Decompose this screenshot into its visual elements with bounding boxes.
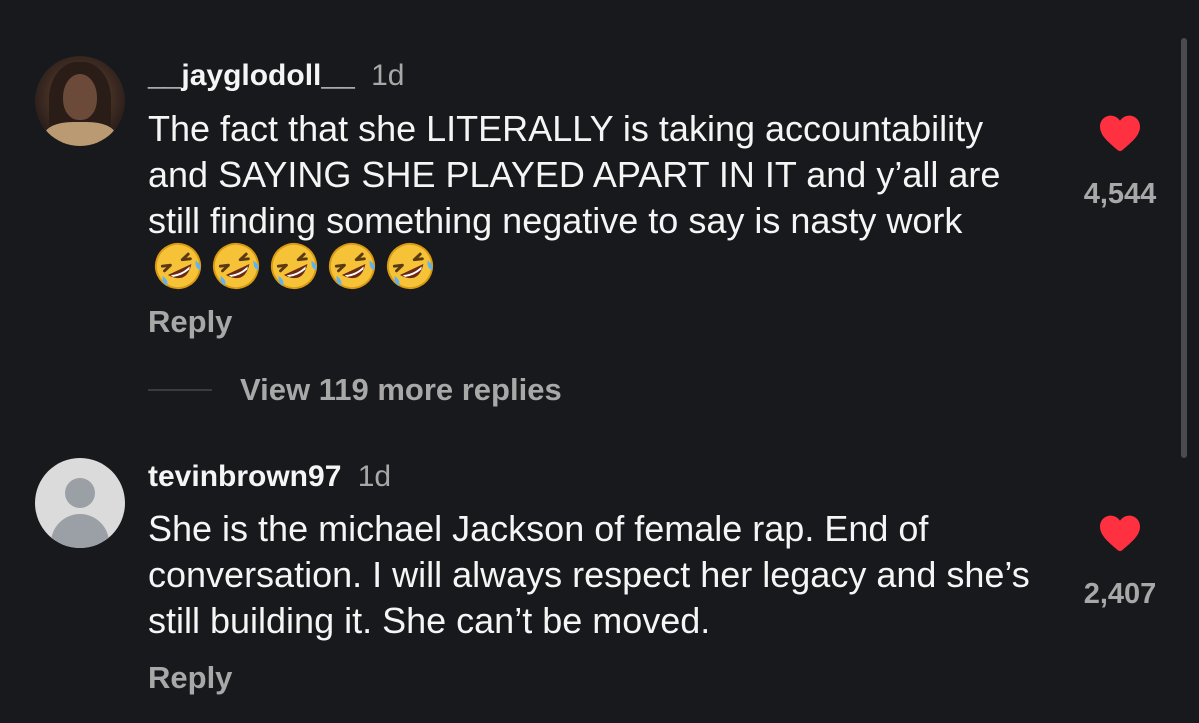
heart-icon[interactable] (1098, 112, 1142, 152)
comment-header: __jayglodoll__ 1d (148, 58, 404, 94)
timestamp: 1d (371, 59, 405, 92)
rofl-emoji-icon (212, 242, 260, 290)
comment-text: She is the michael Jackson of female rap… (148, 506, 1048, 644)
heart-icon[interactable] (1098, 512, 1142, 552)
avatar-face (63, 74, 97, 120)
replies-divider-line (148, 389, 212, 391)
username[interactable]: __jayglodoll__ (148, 59, 355, 92)
rofl-emoji-icon (386, 242, 434, 290)
reply-button[interactable]: Reply (148, 660, 232, 696)
scrollbar[interactable] (1181, 38, 1187, 458)
avatar-head-silhouette (65, 478, 95, 508)
username[interactable]: tevinbrown97 (148, 460, 341, 493)
like-control: 4,544 (1065, 112, 1175, 211)
timestamp: 1d (357, 460, 392, 493)
rofl-emoji-icon (328, 242, 376, 290)
avatar-body-silhouette (51, 514, 109, 548)
comment-body: She is the michael Jackson of female rap… (148, 508, 1030, 641)
comment-text: The fact that she LITERALLY is taking ac… (148, 106, 1048, 296)
avatar-shirt (45, 122, 115, 146)
rofl-emoji-icon (154, 242, 202, 290)
comment-body: The fact that she LITERALLY is taking ac… (148, 108, 1001, 241)
reply-button[interactable]: Reply (148, 304, 232, 340)
avatar[interactable] (35, 56, 125, 146)
like-control: 2,407 (1065, 512, 1175, 611)
avatar[interactable] (35, 458, 125, 548)
view-more-replies-button[interactable]: View 119 more replies (148, 372, 562, 408)
rofl-emoji-icon (270, 242, 318, 290)
comment-header: tevinbrown97 1d (148, 459, 391, 495)
emoji-group (152, 240, 436, 292)
like-count: 4,544 (1083, 178, 1157, 210)
like-count: 2,407 (1083, 578, 1157, 610)
view-more-replies-label: View 119 more replies (240, 372, 562, 407)
